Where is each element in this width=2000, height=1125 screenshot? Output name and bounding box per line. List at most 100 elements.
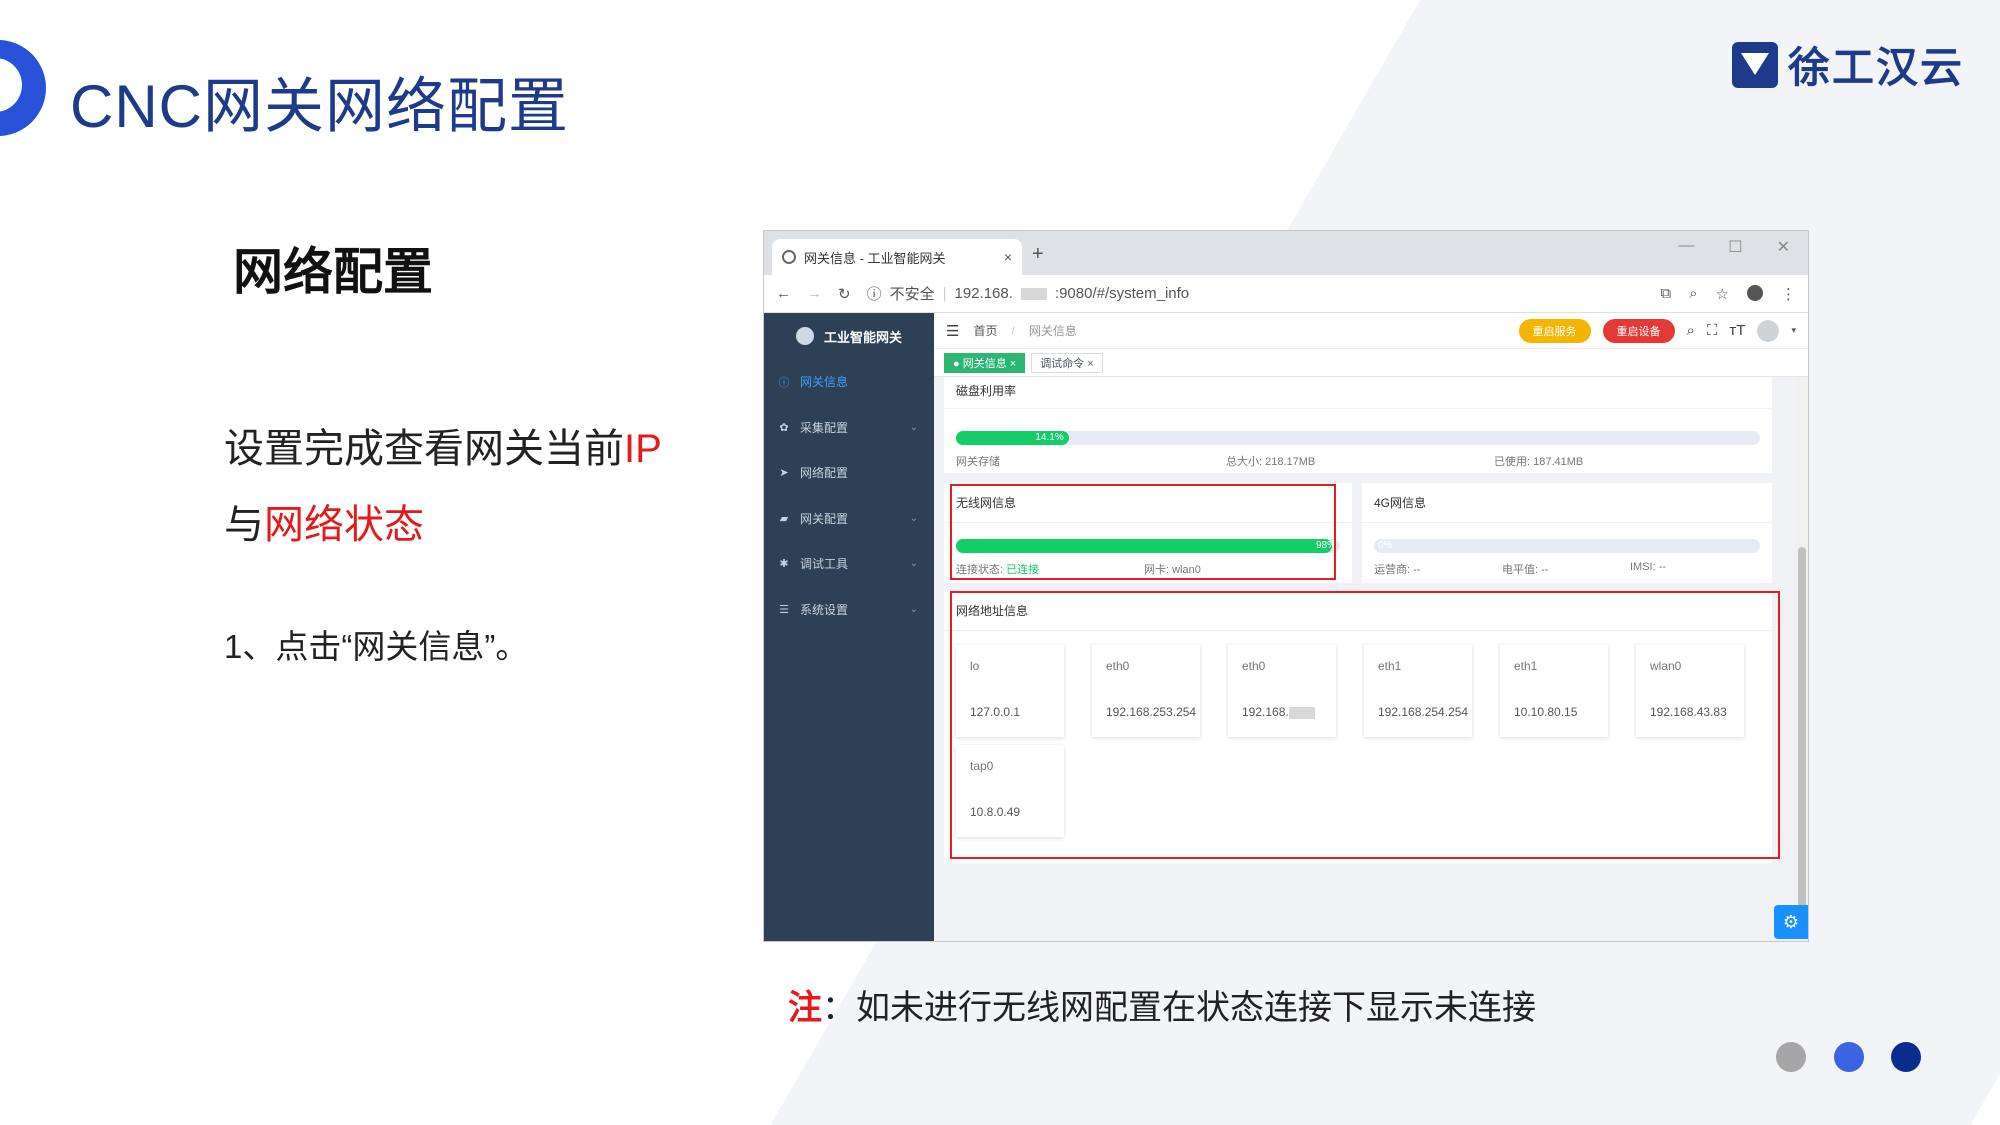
4g-info-card: 4G网信息 0% 运营商: -- 电平值: -- IMSI: -- <box>1362 483 1772 583</box>
restart-service-button[interactable]: 重启服务 <box>1518 318 1591 343</box>
description-line-1: 设置完成查看网关当前IP <box>224 416 662 474</box>
browser-tab[interactable]: 网关信息 - 工业智能网关 × <box>772 239 1022 275</box>
used-size-label: 已使用: 187.41MB <box>1494 456 1584 468</box>
tag-gateway-info[interactable]: ● 网关信息 × <box>944 352 1026 373</box>
info-icon: ⓘ <box>778 376 790 389</box>
list-icon: ☰ <box>779 603 789 616</box>
avatar[interactable] <box>1757 319 1780 342</box>
description-line-2: 与网络状态 <box>224 492 424 550</box>
note: 注：如未进行无线网配置在状态连接下显示未连接 <box>788 980 1536 1029</box>
scrollbar[interactable] <box>1796 377 1808 941</box>
close-tab-icon[interactable]: × <box>1004 249 1012 265</box>
chevron-down-icon: ⌄ <box>909 512 918 524</box>
collect-icon: ✿ <box>779 421 789 434</box>
tab-title: 网关信息 - 工业智能网关 <box>804 250 946 266</box>
user-gear-icon <box>796 327 814 345</box>
chevron-down-icon: ⌄ <box>909 421 918 433</box>
header-actions: 重启服务 重启设备 ⌕ ⛶ ᴛT ▾ <box>1518 318 1796 343</box>
main-content: 磁盘利用率 14.1% 网关存储 总大小: 218.17MB 已使用: 187.… <box>934 377 1796 941</box>
highlight-box-network <box>950 591 1780 859</box>
profile-icon[interactable] <box>1747 284 1763 301</box>
highlight-ip: IP <box>624 427 662 471</box>
reload-icon[interactable]: ↻ <box>838 285 851 303</box>
restart-device-button[interactable]: 重启设备 <box>1602 318 1675 343</box>
imsi-label: IMSI: -- <box>1630 561 1667 573</box>
search-icon[interactable]: ⌕ <box>1687 322 1695 339</box>
sidebar-item-label: 网关配置 <box>800 511 849 526</box>
new-tab-button[interactable]: + <box>1032 243 1044 266</box>
address-bar: ← → ↻ ⓘ 不安全 | 192.168.:9080/#/system_inf… <box>764 275 1808 313</box>
hamburger-icon[interactable]: ☰ <box>946 322 959 340</box>
maximize-icon[interactable]: ☐ <box>1728 237 1742 257</box>
breadcrumb-current: 网关信息 <box>1028 324 1077 338</box>
font-size-icon[interactable]: ᴛT <box>1729 322 1745 339</box>
disk-progress-bar: 14.1% <box>956 431 1760 445</box>
breadcrumb-separator: / <box>1011 323 1015 338</box>
forward-icon[interactable]: → <box>807 285 822 302</box>
chevron-down-icon: ⌄ <box>909 603 918 615</box>
send-icon: ➤ <box>779 467 789 480</box>
scrollbar-thumb[interactable] <box>1798 547 1806 927</box>
chevron-down-icon[interactable]: ▾ <box>1791 325 1796 336</box>
operator-label: 运营商: -- <box>1374 564 1421 576</box>
zoom-icon[interactable]: ⌕ <box>1689 285 1697 303</box>
gateway-app: 工业智能网关 ⓘ 网关信息 ✿ 采集配置 ⌄ ➤ 网络配置 ▰ 网关配置 ⌄ ✱ <box>764 313 1808 941</box>
sidebar-item-gateway-config[interactable]: ▰ 网关配置 ⌄ <box>764 496 934 542</box>
4g-percent-label: 0% <box>1378 540 1393 551</box>
sidebar-item-collect-config[interactable]: ✿ 采集配置 ⌄ <box>764 405 934 451</box>
title-arc-decoration <box>0 40 46 136</box>
sidebar-item-network-config[interactable]: ➤ 网络配置 <box>764 450 934 496</box>
sidebar-item-label: 调试工具 <box>800 557 849 572</box>
more-menu-icon[interactable]: ⋮ <box>1781 285 1796 303</box>
settings-gear-icon[interactable]: ⚙ <box>1774 905 1808 939</box>
info-icon: ⓘ <box>866 286 882 303</box>
pagination-dot <box>1776 1042 1806 1072</box>
note-label: 注 <box>788 989 822 1027</box>
close-window-icon[interactable]: ✕ <box>1777 237 1790 257</box>
card-title: 磁盘利用率 <box>944 377 1772 409</box>
app-header: ☰ 首页 / 网关信息 重启服务 重启设备 ⌕ ⛶ ᴛT ▾ <box>934 313 1808 349</box>
globe-icon <box>782 250 796 264</box>
translate-icon[interactable]: ⧉ <box>1660 285 1671 303</box>
logo-mark-icon <box>1732 41 1778 88</box>
total-size-label: 总大小: 218.17MB <box>1226 456 1316 468</box>
tag-debug-command[interactable]: 调试命令 × <box>1031 352 1103 373</box>
url-text-start: 192.168. <box>954 285 1013 302</box>
sidebar-item-label: 系统设置 <box>800 602 849 617</box>
description-text: 设置完成查看网关当前 <box>224 427 624 471</box>
fullscreen-icon[interactable]: ⛶ <box>1707 322 1718 339</box>
tags-view: ● 网关信息 × 调试命令 × <box>934 349 1808 377</box>
highlight-network-status: 网络状态 <box>264 503 424 547</box>
description-text: 与 <box>224 503 264 547</box>
sidebar-item-gateway-info[interactable]: ⓘ 网关信息 <box>764 359 934 405</box>
section-title: 网络配置 <box>233 244 433 300</box>
4g-progress-bar: 0% <box>1374 539 1760 553</box>
pagination-dot <box>1891 1042 1921 1072</box>
step-1-text: 1、点击“网关信息”。 <box>224 628 529 665</box>
sidebar-item-debug-tools[interactable]: ✱ 调试工具 ⌄ <box>764 541 934 587</box>
logo-text: 徐工汉云 <box>1788 44 1965 91</box>
brand-name: 工业智能网关 <box>824 329 903 345</box>
browser-tabstrip: 网关信息 - 工业智能网关 × + — ☐ ✕ <box>764 231 1808 275</box>
storage-label: 网关存储 <box>956 456 1000 468</box>
url-field[interactable]: ⓘ 不安全 | 192.168.:9080/#/system_info <box>867 283 1190 304</box>
minimize-icon[interactable]: — <box>1678 237 1694 257</box>
browser-actions: ⧉ ⌕ ☆ ⋮ <box>1660 284 1796 303</box>
sidebar-item-label: 网关信息 <box>800 375 849 390</box>
divider: | <box>942 285 947 302</box>
star-icon[interactable]: ☆ <box>1716 285 1729 303</box>
url-text-end: :9080/#/system_info <box>1054 285 1190 302</box>
slide-title: CNC网关网络配置 <box>70 73 569 140</box>
sidebar-item-system-settings[interactable]: ☰ 系统设置 ⌄ <box>764 587 934 633</box>
disk-usage-card: 磁盘利用率 14.1% 网关存储 总大小: 218.17MB 已使用: 187.… <box>944 377 1772 473</box>
breadcrumb-home[interactable]: 首页 <box>973 322 997 339</box>
back-icon[interactable]: ← <box>776 285 791 302</box>
logo: 徐工汉云 <box>1732 34 1964 95</box>
sidebar-item-label: 采集配置 <box>800 420 849 435</box>
highlight-box-wifi <box>950 484 1336 580</box>
sidebar-brand: 工业智能网关 <box>764 313 934 359</box>
window-controls: — ☐ ✕ <box>1678 237 1790 257</box>
lock-icon: ▰ <box>779 512 789 525</box>
bug-icon: ✱ <box>779 558 789 571</box>
chevron-down-icon: ⌄ <box>909 558 918 570</box>
